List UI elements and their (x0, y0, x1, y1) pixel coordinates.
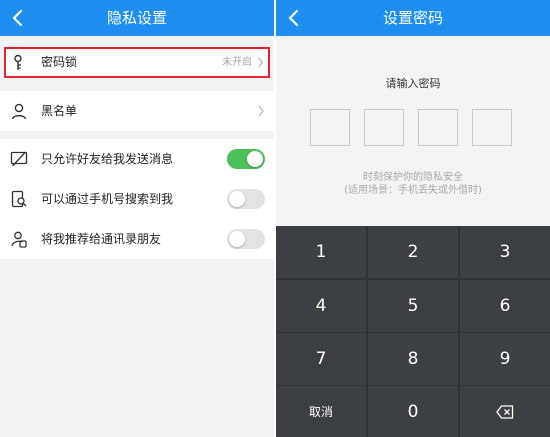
key-3[interactable]: 3 (460, 226, 550, 278)
key-icon (14, 54, 22, 70)
toggle-label-friends-only: 只允许好友给我发送消息 (41, 152, 174, 166)
privacy-settings-screen: 隐私设置 密码锁 未开启 黑名单 只允许好友给我发送消息 可以通过手机号搜索到我… (0, 0, 274, 437)
toggle-row-recommend-contacts: 将我推荐给通讯录朋友 (0, 219, 274, 259)
key-2[interactable]: 2 (368, 226, 458, 278)
key-0[interactable]: 0 (368, 386, 458, 437)
phone-search-icon (11, 190, 27, 208)
toggle-label-recommend-contacts: 将我推荐给通讯录朋友 (41, 232, 162, 246)
no-chat-icon (10, 151, 28, 167)
password-lock-status: 未开启 (222, 57, 252, 68)
usage-hint: (适用场景：手机丢失或外借时) (344, 185, 482, 196)
phone-search-toggle[interactable] (227, 189, 265, 209)
toggle-row-friends-only: 只允许好友给我发送消息 (0, 139, 274, 179)
key-8[interactable]: 8 (368, 333, 458, 385)
password-digit-box[interactable] (472, 109, 512, 146)
key-7[interactable]: 7 (276, 333, 366, 385)
backspace-icon (496, 405, 514, 419)
toggle-knob (229, 231, 245, 247)
contacts-icon (11, 231, 27, 248)
key-4[interactable]: 4 (276, 280, 366, 332)
recommend-contacts-toggle[interactable] (227, 229, 265, 249)
toggle-knob (247, 151, 263, 167)
password-digit-box[interactable] (310, 109, 350, 146)
numeric-keypad: 1 2 3 4 5 6 7 8 9 取消 0 (276, 226, 550, 437)
chevron-right-icon (258, 105, 264, 117)
friends-only-toggle[interactable] (227, 149, 265, 169)
password-digit-box[interactable] (364, 109, 404, 146)
page-title: 隐私设置 (106, 9, 167, 27)
key-5[interactable]: 5 (368, 280, 458, 332)
blacklist-label: 黑名单 (41, 104, 78, 118)
toggle-knob (229, 191, 245, 207)
toggle-row-phone-search: 可以通过手机号搜索到我 (0, 179, 274, 219)
nav-bar: 设置密码 (276, 0, 550, 36)
chevron-right-icon (258, 57, 264, 68)
blacklist-row[interactable]: 黑名单 (0, 91, 274, 131)
key-1[interactable]: 1 (276, 226, 366, 278)
set-password-screen: 设置密码 请输入密码 时刻保护你的隐私安全 (适用场景：手机丢失或外借时) 1 … (276, 0, 550, 437)
key-9[interactable]: 9 (460, 333, 550, 385)
key-6[interactable]: 6 (460, 280, 550, 332)
backspace-key[interactable] (460, 386, 550, 437)
password-prompt: 请输入密码 (385, 77, 441, 90)
toggle-label-phone-search: 可以通过手机号搜索到我 (41, 192, 174, 206)
nav-bar: 隐私设置 (0, 0, 274, 36)
password-lock-label: 密码锁 (41, 55, 78, 69)
password-digit-box[interactable] (418, 109, 458, 146)
password-lock-row[interactable]: 密码锁 未开启 (4, 47, 270, 78)
cancel-key[interactable]: 取消 (276, 386, 366, 437)
page-title: 设置密码 (382, 9, 443, 27)
user-icon (11, 103, 27, 120)
